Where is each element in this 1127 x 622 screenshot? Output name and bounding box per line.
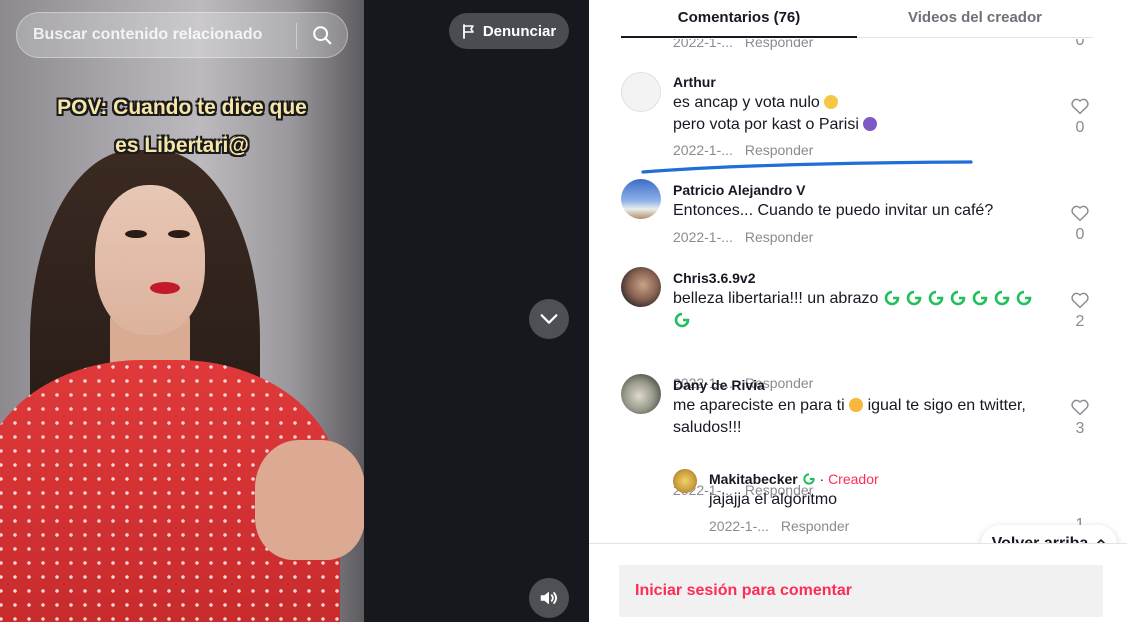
like-count: 2 xyxy=(1075,313,1085,330)
green-symbol-emoji-icon xyxy=(802,473,815,485)
video-figure-hand xyxy=(255,440,364,560)
avatar[interactable] xyxy=(621,72,661,112)
comment-username[interactable]: Dany de Rivia xyxy=(673,377,765,393)
blue-underline-annotation xyxy=(641,160,973,174)
comment-meta: 2022-1-... Responder xyxy=(673,39,813,50)
comment-list[interactable]: 2022-1-... Responder 0 Arthur es ancap y… xyxy=(589,39,1127,543)
search-button[interactable] xyxy=(303,18,341,52)
chevron-down-icon xyxy=(540,314,558,324)
reply-header: Makitabecker · Creador xyxy=(709,471,879,487)
like-count: 3 xyxy=(1075,420,1085,437)
report-button[interactable]: Denunciar xyxy=(449,13,569,49)
report-label: Denunciar xyxy=(482,22,557,40)
comment-date: 2022-1-... xyxy=(673,229,733,245)
comment-meta: 2022-1-... Responder xyxy=(709,518,849,534)
comment-date: 2022-1-... xyxy=(709,518,769,534)
reply-button[interactable]: Responder xyxy=(745,142,814,158)
comment-text: jajajja el algoritmo xyxy=(709,491,838,508)
avatar[interactable] xyxy=(621,267,661,307)
like-count: 0 xyxy=(1075,39,1085,49)
green-symbol-emoji-icon xyxy=(972,290,988,306)
heart-icon[interactable] xyxy=(1070,291,1090,309)
reply-button[interactable]: Responder xyxy=(745,39,814,50)
green-symbol-emoji-icon xyxy=(994,290,1010,306)
comment-text: Entonces... Cuando te puedo invitar un c… xyxy=(673,202,994,219)
like-count: 0 xyxy=(1075,119,1085,136)
like-count: 0 xyxy=(1075,226,1085,243)
green-symbol-emoji-icon xyxy=(884,290,900,306)
separator-dot: · xyxy=(819,471,825,487)
comment-text-line: belleza libertaria!!! un abrazo xyxy=(673,290,879,307)
footer-divider xyxy=(589,543,1127,544)
comment-text-line: pero vota por kast o Parisi xyxy=(673,116,859,133)
volume-icon xyxy=(540,591,558,605)
comment-text-line: igual te sigo en twitter, xyxy=(867,397,1026,414)
tab-bar: Comentarios (76) Videos del creador xyxy=(621,0,1093,38)
comment-meta: 2022-1-... Responder xyxy=(673,229,813,245)
green-symbol-emoji-icon xyxy=(950,290,966,306)
login-to-comment-button[interactable]: Iniciar sesión para comentar xyxy=(619,565,1103,617)
heart-icon[interactable] xyxy=(1070,97,1090,115)
hearts-face-emoji-icon xyxy=(849,398,864,412)
scroll-top-label: Volver arriba xyxy=(992,535,1089,543)
comment-username[interactable]: Arthur xyxy=(673,74,716,90)
video-figure-lips xyxy=(150,282,180,294)
avatar[interactable] xyxy=(621,179,661,219)
search-divider xyxy=(296,23,297,49)
comment-text: me apareciste en para ti igual te sigo e… xyxy=(673,395,1058,439)
purple-face-emoji-icon xyxy=(863,117,878,131)
next-video-button[interactable] xyxy=(529,299,569,339)
comment-text-line: me apareciste en para ti xyxy=(673,397,845,414)
comment-username[interactable]: Chris3.6.9v2 xyxy=(673,270,756,286)
scroll-to-top-button[interactable]: Volver arriba xyxy=(981,525,1117,543)
video-figure-face xyxy=(95,185,205,335)
comment-text: es ancap y vota nulo pero vota por kast … xyxy=(673,92,878,136)
comment-username[interactable]: Patricio Alejandro V xyxy=(673,182,806,198)
comment-text-line: es ancap y vota nulo xyxy=(673,94,820,111)
comments-panel: Comentarios (76) Videos del creador 2022… xyxy=(589,0,1127,622)
search-bar xyxy=(16,12,348,58)
green-symbol-emoji-icon xyxy=(674,312,690,328)
video-player: POV: Cuando te dice que es Libertari@ De… xyxy=(0,0,589,622)
volume-button[interactable] xyxy=(529,578,569,618)
avatar[interactable] xyxy=(673,469,697,493)
heart-icon[interactable] xyxy=(1070,204,1090,222)
tab-creator-videos[interactable]: Videos del creador xyxy=(857,0,1093,38)
green-symbol-emoji-icon xyxy=(1016,290,1032,306)
page: POV: Cuando te dice que es Libertari@ De… xyxy=(0,0,1127,622)
reply-button[interactable]: Responder xyxy=(781,518,850,534)
comment-meta: 2022-1-... Responder xyxy=(673,142,813,158)
video-caption-line-2: es Libertari@ xyxy=(115,134,249,157)
smirk-emoji-icon xyxy=(824,95,839,109)
comment-date: 2022-1-... xyxy=(673,142,733,158)
search-input[interactable] xyxy=(17,13,297,57)
search-icon xyxy=(313,26,332,45)
reply-button[interactable]: Responder xyxy=(745,229,814,245)
tab-comments[interactable]: Comentarios (76) xyxy=(621,0,857,38)
flag-icon xyxy=(462,23,474,39)
video-frame[interactable]: POV: Cuando te dice que es Libertari@ xyxy=(0,0,364,622)
heart-icon[interactable] xyxy=(1070,398,1090,416)
comment-text: belleza libertaria!!! un abrazo xyxy=(673,288,1053,332)
video-figure-eye xyxy=(125,230,147,238)
green-symbol-emoji-icon xyxy=(928,290,944,306)
green-symbol-emoji-icon xyxy=(906,290,922,306)
comment-text-line: saludos!!! xyxy=(673,419,742,436)
comment-date: 2022-1-... xyxy=(673,39,733,50)
video-caption-line-1: POV: Cuando te dice que xyxy=(57,96,307,119)
avatar[interactable] xyxy=(621,374,661,414)
video-figure-eye xyxy=(168,230,190,238)
comment-username[interactable]: Makitabecker xyxy=(709,471,798,487)
creator-badge: Creador xyxy=(828,471,879,487)
